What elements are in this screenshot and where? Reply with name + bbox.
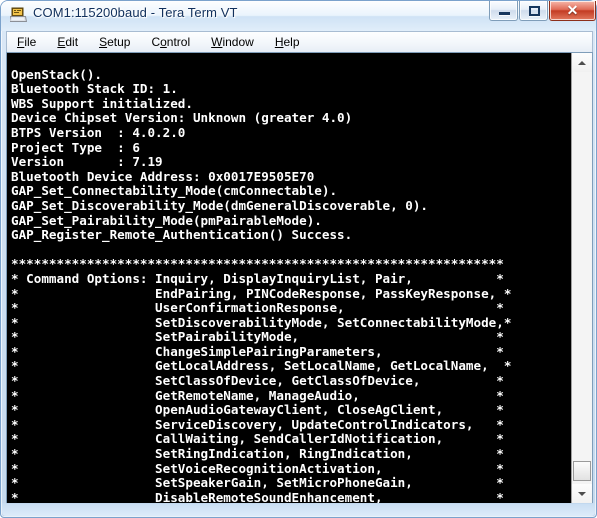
menu-item-window[interactable]: Window: [209, 34, 256, 50]
menu-item-edit[interactable]: Edit: [55, 34, 80, 50]
menu-item-file[interactable]: File: [15, 34, 38, 50]
close-button[interactable]: ✕: [549, 1, 596, 21]
scrollbar-down-button[interactable]: [572, 484, 592, 503]
terminal-frame: OpenStack(). Bluetooth Stack ID: 1. WBS …: [6, 52, 593, 504]
scrollbar-thumb[interactable]: [573, 461, 591, 481]
scroll-up-icon: [578, 60, 586, 65]
terminal-screen[interactable]: OpenStack(). Bluetooth Stack ID: 1. WBS …: [7, 53, 571, 503]
close-icon: ✕: [566, 2, 579, 18]
titlebar[interactable]: COM1:115200baud - Tera Term VT ✕: [1, 1, 597, 30]
scrollbar-track[interactable]: [572, 72, 592, 484]
terminal-scrollbar[interactable]: [571, 53, 592, 503]
minimize-button[interactable]: [489, 1, 518, 21]
scrollbar-up-button[interactable]: [572, 53, 592, 72]
menu-bar: File Edit Setup Control Window Help: [6, 31, 593, 52]
menu-item-setup[interactable]: Setup: [97, 34, 132, 50]
menu-item-help[interactable]: Help: [273, 34, 302, 50]
maximize-icon: [529, 6, 540, 16]
scroll-down-icon: [578, 491, 586, 496]
window-title: COM1:115200baud - Tera Term VT: [33, 5, 238, 20]
menu-item-control[interactable]: Control: [149, 34, 192, 50]
caption-buttons: ✕: [488, 1, 596, 21]
maximize-button[interactable]: [519, 1, 548, 21]
tera-term-window: COM1:115200baud - Tera Term VT ✕ File Ed…: [0, 0, 597, 518]
terminal-output: OpenStack(). Bluetooth Stack ID: 1. WBS …: [11, 66, 512, 503]
terminal-computer-icon: [10, 7, 27, 22]
minimize-icon: [499, 12, 510, 15]
window-bottom-edge: [2, 503, 595, 516]
